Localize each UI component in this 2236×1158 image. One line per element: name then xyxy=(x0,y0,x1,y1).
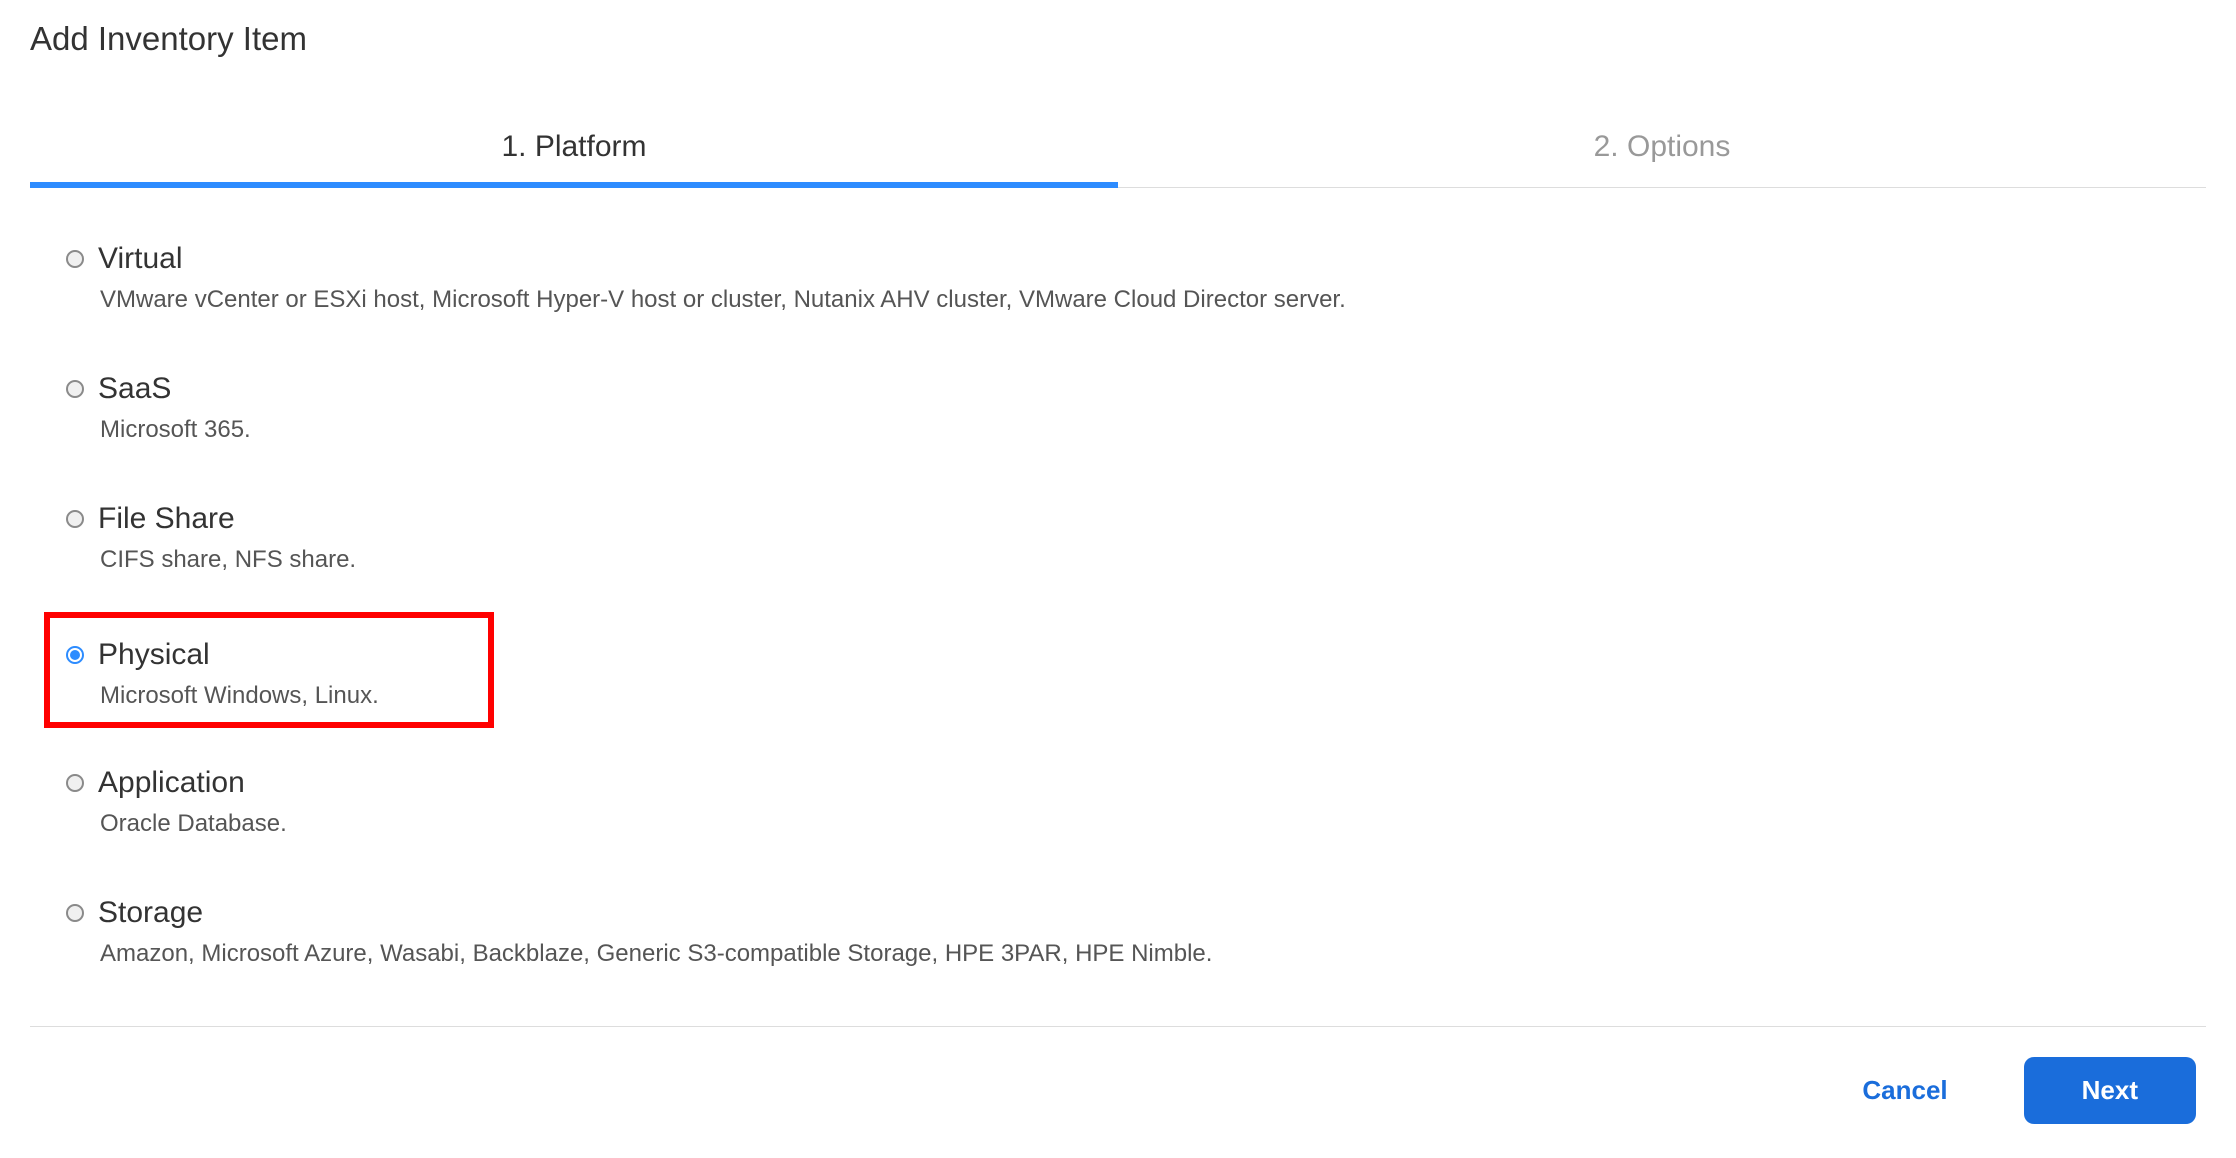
radio-fileshare[interactable] xyxy=(66,510,84,528)
tab-options[interactable]: 2. Options xyxy=(1118,116,2206,187)
next-button[interactable]: Next xyxy=(2024,1057,2196,1124)
option-row: File Share xyxy=(66,502,2170,536)
option-row: SaaS xyxy=(66,372,2170,406)
option-title: Application xyxy=(98,766,245,800)
option-title: Virtual xyxy=(98,242,183,276)
cancel-button[interactable]: Cancel xyxy=(1814,1057,1995,1124)
option-row: Virtual xyxy=(66,242,2170,276)
radio-application[interactable] xyxy=(66,774,84,792)
option-desc: CIFS share, NFS share. xyxy=(100,546,2170,574)
option-desc: Microsoft Windows, Linux. xyxy=(100,682,472,710)
option-desc: Oracle Database. xyxy=(100,810,2170,838)
option-physical[interactable]: Physical Microsoft Windows, Linux. xyxy=(44,612,494,728)
option-row: Physical xyxy=(66,638,472,672)
tab-platform[interactable]: 1. Platform xyxy=(30,116,1118,188)
radio-storage[interactable] xyxy=(66,904,84,922)
wizard-footer: Cancel Next xyxy=(30,1026,2206,1124)
option-title: File Share xyxy=(98,502,235,536)
option-fileshare[interactable]: File Share CIFS share, NFS share. xyxy=(66,502,2170,574)
radio-saas[interactable] xyxy=(66,380,84,398)
option-virtual[interactable]: Virtual VMware vCenter or ESXi host, Mic… xyxy=(66,242,2170,314)
wizard-tabs: 1. Platform 2. Options xyxy=(30,116,2206,188)
option-row: Application xyxy=(66,766,2170,800)
option-storage[interactable]: Storage Amazon, Microsoft Azure, Wasabi,… xyxy=(66,896,2170,968)
option-desc: Amazon, Microsoft Azure, Wasabi, Backbla… xyxy=(100,940,2170,968)
option-desc: Microsoft 365. xyxy=(100,416,2170,444)
option-title: Storage xyxy=(98,896,203,930)
option-application[interactable]: Application Oracle Database. xyxy=(66,766,2170,838)
option-title: SaaS xyxy=(98,372,171,406)
platform-options: Virtual VMware vCenter or ESXi host, Mic… xyxy=(30,188,2206,968)
radio-virtual[interactable] xyxy=(66,250,84,268)
option-saas[interactable]: SaaS Microsoft 365. xyxy=(66,372,2170,444)
dialog-title: Add Inventory Item xyxy=(30,20,2206,58)
option-row: Storage xyxy=(66,896,2170,930)
option-title: Physical xyxy=(98,638,210,672)
radio-physical[interactable] xyxy=(66,646,84,664)
option-desc: VMware vCenter or ESXi host, Microsoft H… xyxy=(100,286,2170,314)
